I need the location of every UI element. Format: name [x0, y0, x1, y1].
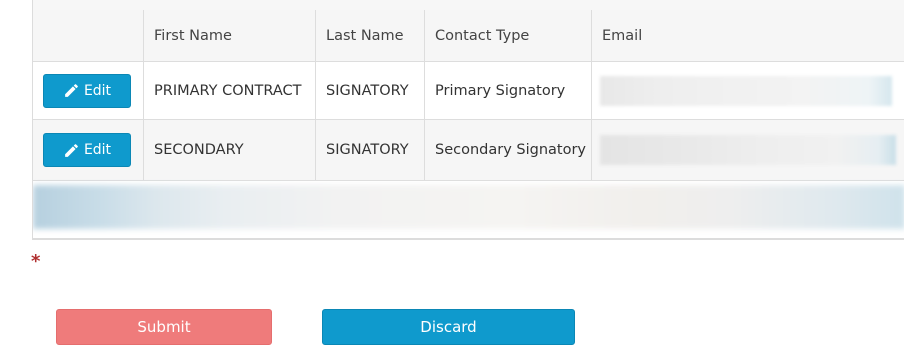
header-contact-type: Contact Type — [424, 10, 591, 61]
discard-button[interactable]: Discard — [322, 309, 575, 345]
required-marker: * — [31, 251, 41, 272]
redacted-email — [600, 135, 896, 165]
edit-button[interactable]: Edit — [43, 133, 131, 167]
redacted-row — [33, 185, 904, 229]
table-row: Edit SECONDARY SIGNATORY Secondary Signa… — [33, 120, 904, 181]
email-cell — [591, 62, 904, 119]
header-first-name: First Name — [143, 10, 315, 61]
last-name-cell: SIGNATORY — [315, 120, 424, 180]
contact-type-cell: Secondary Signatory — [424, 120, 591, 180]
email-cell — [591, 120, 904, 180]
first-name-cell: PRIMARY CONTRACT — [143, 62, 315, 119]
table-row: Edit PRIMARY CONTRACT SIGNATORY Primary … — [33, 62, 904, 120]
redacted-email — [600, 75, 892, 106]
contact-type-cell: Primary Signatory — [424, 62, 591, 119]
edit-button-label: Edit — [83, 82, 112, 99]
row-action-cell: Edit — [33, 62, 143, 119]
header-email: Email — [591, 10, 904, 61]
pencil-icon — [65, 143, 78, 157]
edit-button[interactable]: Edit — [43, 73, 131, 108]
contacts-table: First Name Last Name Contact Type Email … — [32, 0, 904, 240]
row-action-cell: Edit — [33, 120, 143, 180]
first-name-cell: SECONDARY — [143, 120, 315, 180]
edit-button-label: Edit — [83, 142, 112, 158]
table-header-row: First Name Last Name Contact Type Email — [33, 10, 904, 62]
submit-button[interactable]: Submit — [56, 309, 272, 345]
header-actions — [33, 10, 143, 61]
table-row — [33, 181, 904, 238]
header-last-name: Last Name — [315, 10, 424, 61]
last-name-cell: SIGNATORY — [315, 62, 424, 119]
pencil-icon — [65, 84, 78, 97]
